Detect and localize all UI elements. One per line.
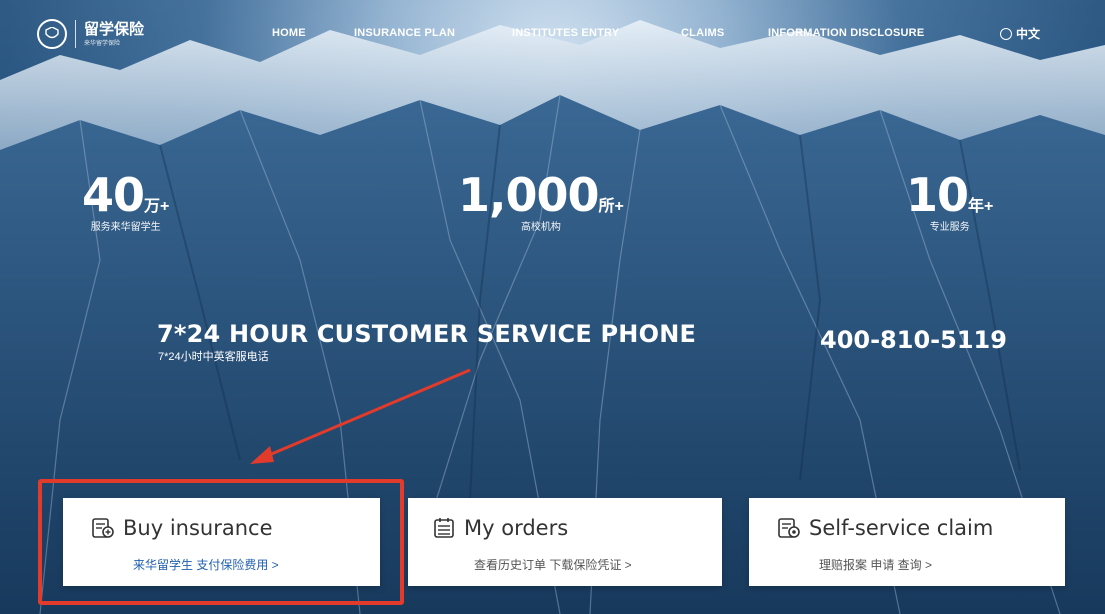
service-subtitle: 7*24小时中英客服电话 [158,351,269,363]
service-title: 7*24 HOUR CUSTOMER SERVICE PHONE [157,320,697,348]
stat-caption: 服务来华留学生 [90,222,161,233]
card-link[interactable]: 理赔报案 申请 查询 > [819,556,932,573]
service-phone[interactable]: 400-810-5119 [820,326,1007,354]
nav-information-disclosure[interactable]: INFORMATION DISCLOSURE [768,27,924,39]
language-switch[interactable]: 中文 [1000,25,1040,42]
stat-value: 40 [82,168,145,222]
card-title: Self-service claim [809,516,994,540]
shield-logo-icon [37,19,67,49]
card-title: My orders [464,516,569,540]
stat-students: 40万+ 服务来华留学生 [82,168,169,233]
stat-value: 1,000 [458,168,600,222]
stat-institutions: 1,000所+ 高校机构 [458,168,624,233]
nav-claims[interactable]: CLAIMS [681,27,724,39]
brand-name: 留学保险 [84,20,145,38]
stat-unit: 年+ [968,198,994,215]
nav-insurance-plan[interactable]: INSURANCE PLAN [354,27,455,39]
card-header: Self-service claim [777,516,993,540]
brand-tagline: 来华留学保险 [84,40,121,47]
card-link[interactable]: 查看历史订单 下载保险凭证 > [474,556,632,573]
nav-home[interactable]: HOME [272,27,306,39]
globe-icon [1000,27,1012,40]
stat-caption: 高校机构 [520,222,561,233]
brand-logo[interactable]: 留学保险 来华留学保险 [37,19,144,49]
stat-years: 10年+ 专业服务 [906,168,993,233]
orders-icon [434,518,454,538]
logo-divider [75,20,76,48]
claim-icon [778,518,800,538]
card-header: My orders [432,516,568,540]
my-orders-card[interactable]: My orders 查看历史订单 下载保险凭证 > [408,498,722,586]
highlight-box [38,479,404,605]
self-service-claim-card[interactable]: Self-service claim 理赔报案 申请 查询 > [749,498,1065,586]
stat-value: 10 [906,168,969,222]
top-nav: 留学保险 来华留学保险 HOME INSURANCE PLAN INSTITUT… [0,0,1105,70]
stat-unit: 万+ [144,198,170,215]
nav-institutes-entry[interactable]: INSTITUTES ENTRY [512,27,619,39]
language-label: 中文 [1016,27,1041,41]
stat-unit: 所+ [598,198,624,215]
stat-caption: 专业服务 [929,222,970,233]
